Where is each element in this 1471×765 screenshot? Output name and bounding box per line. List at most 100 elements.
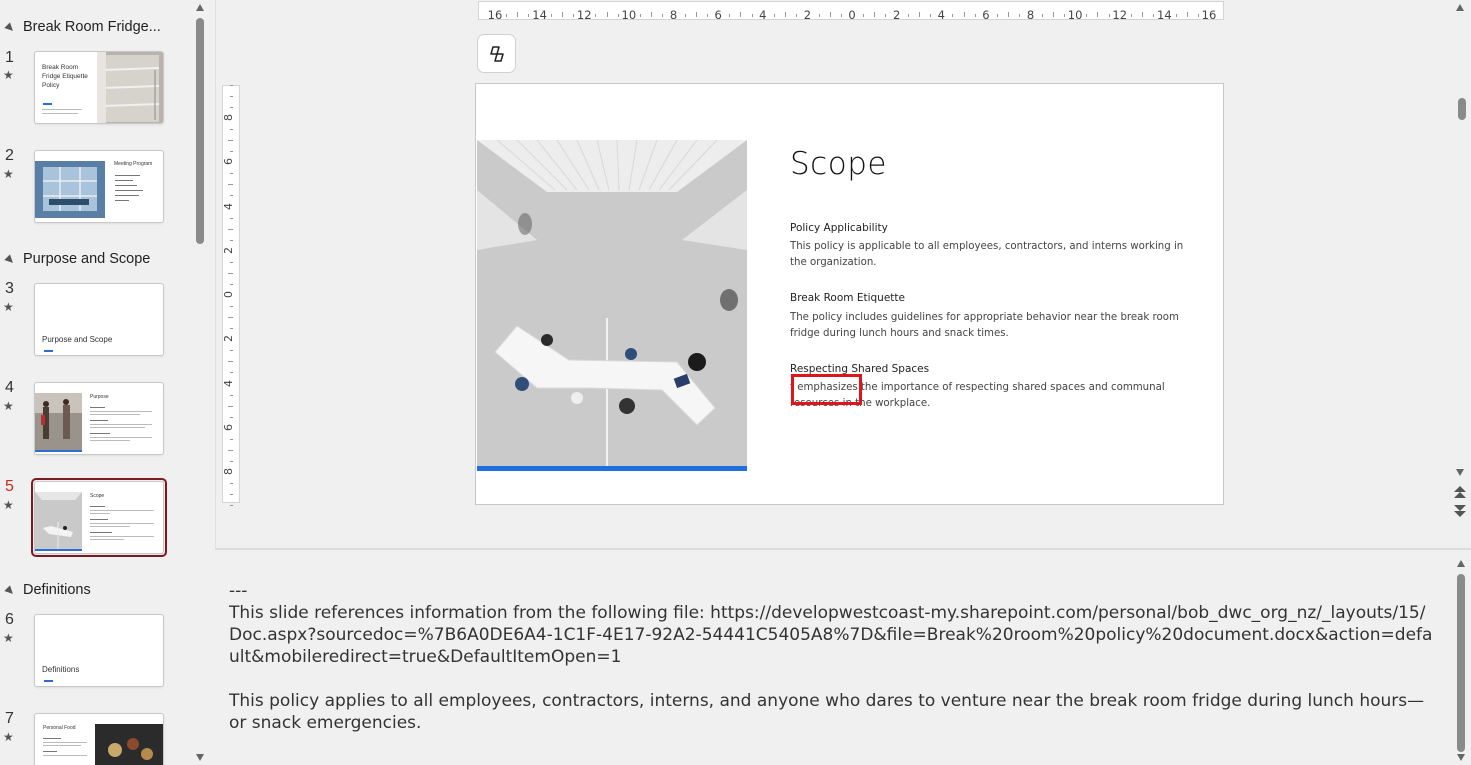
block-heading[interactable]: Policy Applicability bbox=[790, 222, 888, 234]
ruler-tick bbox=[617, 14, 619, 17]
ruler-tick bbox=[561, 12, 563, 17]
ruler-tick bbox=[952, 14, 954, 17]
block-body[interactable]: This policy is applicable to all employe… bbox=[790, 239, 1190, 271]
ruler-tick bbox=[1097, 12, 1099, 17]
notes-text[interactable]: --- This slide references information fr… bbox=[229, 580, 1434, 734]
section-header-purpose-scope[interactable]: Purpose and Scope bbox=[4, 251, 151, 267]
ruler-label: 2 bbox=[222, 335, 235, 343]
thumb-title: Personal Food bbox=[43, 725, 76, 731]
office-aerial-image bbox=[35, 492, 82, 550]
ruler-tick bbox=[963, 12, 965, 17]
block-body[interactable]: The policy includes guidelines for appro… bbox=[790, 310, 1190, 342]
ruler-tick bbox=[506, 14, 508, 17]
star-icon: ★ bbox=[3, 68, 14, 82]
ruler-tick bbox=[818, 14, 820, 17]
ruler-tick bbox=[228, 449, 233, 451]
ruler-tick bbox=[230, 173, 233, 175]
ruler-label: 4 bbox=[937, 8, 945, 22]
ruler-tick bbox=[230, 372, 233, 374]
star-icon: ★ bbox=[3, 300, 14, 314]
ruler-tick bbox=[230, 416, 233, 418]
ruler-tick bbox=[230, 438, 233, 440]
photo-accent-bar bbox=[477, 466, 747, 471]
previous-slide-icon[interactable] bbox=[1454, 486, 1466, 500]
ruler-tick bbox=[796, 14, 798, 17]
section-header-definitions[interactable]: Definitions bbox=[4, 582, 91, 598]
ruler-label: 0 bbox=[222, 291, 235, 298]
ruler-label: 6 bbox=[714, 8, 722, 22]
ruler-label: 4 bbox=[222, 202, 235, 210]
slide-thumbnail-4[interactable]: Purpose bbox=[34, 382, 164, 455]
scroll-down-arrow-icon[interactable] bbox=[1457, 754, 1465, 761]
ruler-tick bbox=[1142, 12, 1144, 17]
section-title: Break Room Fridge... bbox=[23, 19, 161, 35]
scroll-down-arrow-icon[interactable] bbox=[196, 754, 204, 761]
ruler-tick bbox=[230, 261, 233, 263]
ruler-tick bbox=[228, 140, 233, 142]
slide-title[interactable]: Scope bbox=[790, 146, 887, 182]
slide-thumbnail-5[interactable]: Scope bbox=[34, 481, 164, 554]
notes-scrollbar[interactable] bbox=[1452, 556, 1471, 765]
ruler-tick bbox=[785, 12, 787, 17]
ruler-tick bbox=[230, 239, 233, 241]
section-title: Definitions bbox=[23, 582, 91, 598]
scrollbar-thumb[interactable] bbox=[1458, 98, 1466, 120]
ruler-label: 8 bbox=[222, 468, 235, 475]
ruler-tick bbox=[874, 12, 876, 17]
ruler-tick bbox=[228, 184, 233, 186]
star-icon: ★ bbox=[3, 730, 14, 744]
collapse-triangle-icon[interactable] bbox=[4, 585, 16, 597]
ruler-tick bbox=[228, 405, 233, 407]
section-title: Purpose and Scope bbox=[23, 251, 151, 267]
scroll-up-arrow-icon[interactable] bbox=[1457, 560, 1465, 567]
edit-area-scrollbar[interactable] bbox=[1449, 0, 1471, 548]
thumb-title: Break Room Fridge Etiquette Policy bbox=[42, 64, 88, 89]
ruler-tick bbox=[773, 14, 775, 17]
ruler-tick bbox=[230, 460, 233, 462]
ruler-tick bbox=[840, 14, 842, 17]
ruler-label: 6 bbox=[222, 423, 235, 431]
star-icon: ★ bbox=[3, 498, 14, 512]
ruler-tick bbox=[1108, 14, 1110, 17]
scrollbar-thumb[interactable] bbox=[196, 18, 204, 244]
slide-thumbnail-3[interactable]: Purpose and Scope bbox=[34, 283, 164, 356]
ruler-tick bbox=[740, 12, 742, 17]
notes-reference: This slide references information from t… bbox=[229, 603, 1433, 667]
copilot-button[interactable] bbox=[477, 34, 516, 73]
thumb-title: Scope bbox=[90, 493, 105, 499]
thumb-title: Meeting Program bbox=[114, 161, 153, 167]
meeting-room-image bbox=[35, 161, 105, 218]
block-heading[interactable]: Break Room Etiquette bbox=[790, 292, 905, 304]
slide-thumbnail-1[interactable]: Break Room Fridge Etiquette Policy bbox=[34, 51, 164, 124]
slide-canvas[interactable]: Scope Policy Applicability This policy i… bbox=[475, 83, 1224, 505]
ruler-label: 2 bbox=[892, 8, 901, 22]
collapse-triangle-icon[interactable] bbox=[4, 254, 16, 266]
ruler-tick bbox=[1186, 12, 1188, 17]
ruler-tick bbox=[1052, 12, 1054, 17]
ruler-tick bbox=[1041, 14, 1043, 17]
scroll-down-arrow-icon[interactable] bbox=[1456, 469, 1464, 476]
ruler-tick bbox=[230, 217, 233, 219]
ruler-tick bbox=[918, 12, 920, 17]
slide-panel-scrollbar[interactable] bbox=[193, 0, 207, 765]
ruler-tick bbox=[907, 14, 909, 17]
section-header-break-room[interactable]: Break Room Fridge... bbox=[4, 19, 161, 35]
ruler-tick bbox=[228, 361, 233, 363]
people-in-room-image bbox=[35, 393, 82, 450]
scroll-up-arrow-icon[interactable] bbox=[196, 4, 204, 11]
ruler-tick bbox=[1153, 14, 1155, 17]
ruler-label: 0 bbox=[848, 8, 856, 22]
scrollbar-thumb[interactable] bbox=[1457, 574, 1465, 752]
ruler-tick bbox=[230, 283, 233, 285]
slide-thumbnail-6[interactable]: Definitions bbox=[34, 614, 164, 687]
slide-thumbnail-7[interactable]: Personal Food bbox=[34, 713, 164, 765]
speaker-notes-pane[interactable]: --- This slide references information fr… bbox=[215, 550, 1449, 765]
ruler-tick bbox=[997, 14, 999, 17]
scroll-up-arrow-icon[interactable] bbox=[1456, 4, 1464, 11]
copilot-icon bbox=[489, 45, 504, 62]
next-slide-icon[interactable] bbox=[1454, 505, 1466, 519]
slide-thumbnail-2[interactable]: Meeting Program bbox=[34, 150, 164, 223]
office-aerial-photo bbox=[477, 140, 747, 466]
ruler-label: 10 bbox=[1067, 8, 1083, 22]
collapse-triangle-icon[interactable] bbox=[4, 22, 16, 34]
